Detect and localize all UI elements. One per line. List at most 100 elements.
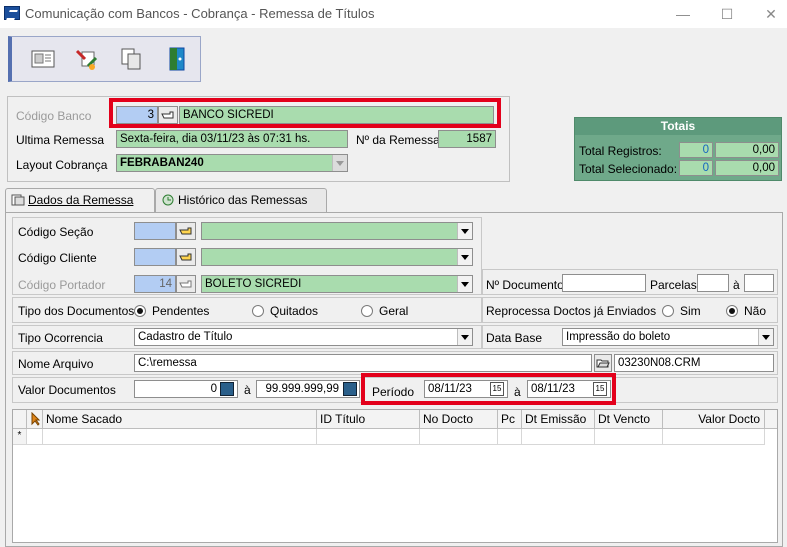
tipo-documentos-label: Tipo dos Documentos [18, 304, 135, 318]
col-dt-vencto[interactable]: Dt Vencto [595, 410, 663, 429]
grid-cell[interactable] [498, 429, 522, 445]
secao-nome-select[interactable] [201, 222, 473, 240]
grid-cell[interactable] [420, 429, 498, 445]
codigo-banco-lookup-button[interactable] [158, 106, 178, 124]
browse-folder-button[interactable] [594, 354, 612, 372]
nome-arquivo-label: Nome Arquivo [18, 357, 94, 371]
layout-cobranca-select[interactable]: FEBRABAN240 [116, 154, 348, 172]
codigo-secao-label: Código Seção [18, 225, 94, 239]
close-button[interactable]: ✕ [756, 4, 786, 24]
portador-nome-select[interactable]: BOLETO SICREDI [201, 275, 473, 293]
hand-pointer-icon [179, 227, 192, 235]
periodo-label: Período [372, 385, 415, 399]
tab-historico-remessas-label: Histórico das Remessas [178, 193, 308, 207]
grid-cell[interactable] [595, 429, 663, 445]
title-bar: Comunicação com Bancos - Cobrança - Reme… [0, 0, 787, 28]
grid-cell[interactable] [663, 429, 765, 445]
radio-sim[interactable] [662, 305, 674, 317]
grid-select-all[interactable] [27, 410, 43, 429]
col-valor-docto[interactable]: Valor Docto [663, 410, 765, 429]
header-panel: Código Banco 3 BANCO SICREDI Ultima Reme… [7, 96, 510, 182]
copy-icon [121, 48, 141, 70]
layout-cobranca-value: FEBRABAN240 [120, 157, 204, 169]
nome-arquivo-field[interactable]: C:\remessa [134, 354, 592, 372]
documents-icon [11, 194, 25, 206]
grid-row-indicator-header [13, 410, 27, 429]
valor-documentos-label: Valor Documentos [18, 383, 116, 397]
toolbar [8, 36, 201, 82]
codigo-banco-field[interactable]: 3 [116, 106, 158, 124]
codigo-secao-field[interactable] [134, 222, 176, 240]
radio-geral-label: Geral [379, 304, 409, 318]
grid-cell[interactable] [43, 429, 317, 445]
parcelas-de-field[interactable] [697, 274, 729, 292]
chevron-down-icon [457, 329, 472, 345]
radio-geral[interactable] [361, 305, 373, 317]
col-dt-emissao[interactable]: Dt Emissão [522, 410, 595, 429]
codigo-portador-lookup-button[interactable] [176, 275, 196, 293]
chevron-down-icon [457, 276, 472, 292]
codigo-portador-field[interactable]: 14 [134, 275, 176, 293]
tipo-ocorrencia-value: Cadastro de Título [138, 331, 233, 343]
data-base-select[interactable]: Impressão do boleto [562, 328, 774, 346]
col-no-docto[interactable]: No Docto [420, 410, 498, 429]
chevron-down-icon [758, 329, 773, 345]
tab-dados-remessa[interactable]: Dados da Remessa [5, 188, 155, 213]
col-nome-sacado[interactable]: Nome Sacado [43, 410, 317, 429]
edit-tools-icon [75, 49, 98, 70]
calculator-icon[interactable] [220, 382, 234, 396]
print-preview-button[interactable] [28, 45, 58, 73]
total-registros-value: 0,00 [715, 142, 779, 158]
app-icon [4, 6, 20, 20]
grid-cell[interactable] [27, 429, 43, 445]
radio-nao[interactable] [726, 305, 738, 317]
ultima-remessa-field: Sexta-feira, dia 03/11/23 às 07:31 hs. [116, 130, 348, 148]
total-selecionado-count: 0 [679, 160, 713, 176]
calculator-icon[interactable] [343, 382, 357, 396]
chevron-down-icon [457, 223, 472, 239]
total-selecionado-value: 0,00 [715, 160, 779, 176]
total-registros-label: Total Registros: [579, 144, 662, 158]
grid-cell[interactable] [522, 429, 595, 445]
codigo-portador-label: Código Portador [18, 278, 106, 292]
print-preview-icon [31, 50, 55, 68]
tools-button[interactable] [72, 45, 102, 73]
grid-cell[interactable] [317, 429, 420, 445]
codigo-cliente-lookup-button[interactable] [176, 248, 196, 266]
minimize-button[interactable]: — [668, 4, 698, 24]
parcelas-label: Parcelas [650, 278, 697, 292]
layout-cobranca-label: Layout Cobrança [16, 158, 108, 172]
calendar-icon[interactable]: 15 [490, 382, 504, 396]
cliente-nome-select[interactable] [201, 248, 473, 266]
maximize-button[interactable]: ☐ [712, 4, 742, 24]
pointer-icon [31, 411, 41, 426]
radio-quitados-label: Quitados [270, 304, 319, 318]
portador-nome-value: BOLETO SICREDI [205, 278, 302, 290]
radio-pendentes[interactable] [134, 305, 146, 317]
totais-title: Totais [575, 118, 781, 135]
reprocessa-label: Reprocessa Doctos já Enviados [486, 304, 657, 318]
parcelas-a-label: à [733, 278, 740, 292]
col-pc[interactable]: Pc [498, 410, 522, 429]
radio-quitados[interactable] [252, 305, 264, 317]
nr-remessa-label: Nº da Remessa [356, 133, 440, 147]
exit-door-icon [169, 47, 185, 71]
chevron-down-icon [457, 249, 472, 265]
hand-pointer-icon [179, 280, 192, 288]
calendar-icon[interactable]: 15 [593, 382, 607, 396]
grid-header: Nome Sacado ID Título No Docto Pc Dt Emi… [13, 410, 777, 429]
nr-documento-field[interactable] [562, 274, 646, 292]
col-id-titulo[interactable]: ID Título [317, 410, 420, 429]
parcelas-ate-field[interactable] [744, 274, 774, 292]
codigo-banco-label: Código Banco [16, 109, 92, 123]
total-selecionado-label: Total Selecionado: [579, 162, 678, 176]
tipo-ocorrencia-select[interactable]: Cadastro de Título [134, 328, 473, 346]
total-registros-count: 0 [679, 142, 713, 158]
folder-open-icon [596, 359, 610, 368]
exit-button[interactable] [162, 45, 192, 73]
tab-historico-remessas[interactable]: Histórico das Remessas [155, 188, 327, 212]
copy-button[interactable] [116, 45, 146, 73]
radio-sim-label: Sim [680, 304, 701, 318]
codigo-secao-lookup-button[interactable] [176, 222, 196, 240]
codigo-cliente-field[interactable] [134, 248, 176, 266]
